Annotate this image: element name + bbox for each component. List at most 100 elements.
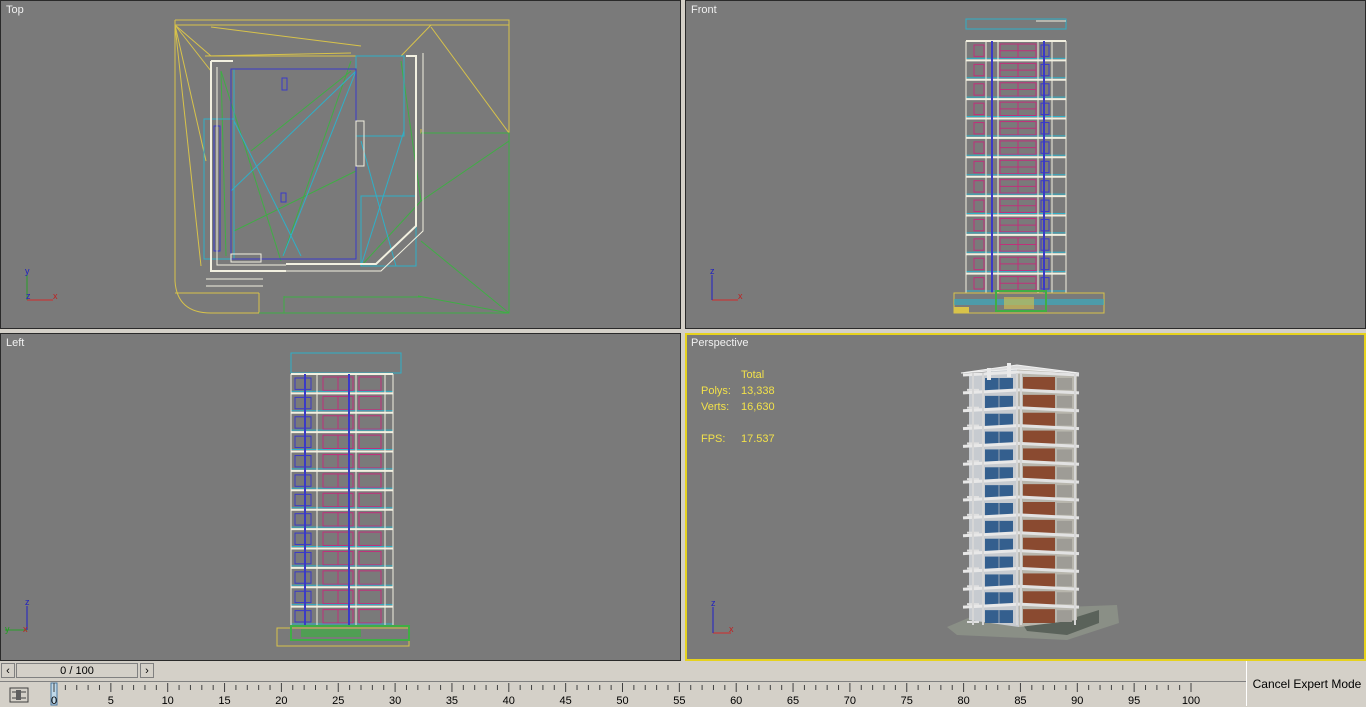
brick-wall: [1023, 484, 1055, 498]
side-panel: [1057, 538, 1072, 551]
side-window: [973, 257, 985, 271]
side-window: [294, 396, 312, 410]
side-panel: [1057, 449, 1072, 462]
side-window: [294, 551, 312, 565]
track-ruler[interactable]: 0 5 10 15 20 25 30 35 40 45 50 55 60 65 70 75 80 85 90 95 10…: [0, 681, 1246, 707]
ruler-tick-label: 35: [446, 695, 458, 707]
viewport-left[interactable]: Left z y x: [0, 333, 681, 661]
ruler-tick-label: 25: [332, 695, 344, 707]
top-view-wireframe: y x z: [25, 19, 510, 314]
ruler-tick-label: 65: [787, 695, 799, 707]
ruler-tick-label: 85: [1014, 695, 1026, 707]
side-panel: [1057, 467, 1072, 480]
side-window: [973, 218, 985, 232]
axis-z-label: z: [25, 597, 30, 607]
side-window: [973, 141, 985, 154]
side-window: [294, 455, 312, 468]
brick-wall: [1023, 377, 1055, 391]
window-frame: [358, 434, 382, 450]
axis-z-label: z: [710, 266, 715, 276]
side-window: [294, 474, 312, 487]
ruler-tick-label: 0: [51, 695, 57, 707]
brick-wall: [1023, 591, 1055, 606]
base-entrance-door: [1004, 297, 1034, 309]
ruler-tick-label: 80: [957, 695, 969, 707]
side-window: [294, 590, 312, 604]
side-window: [973, 238, 985, 251]
viewport-front[interactable]: Front z x: [685, 0, 1366, 329]
chevron-left-icon[interactable]: ‹: [1, 663, 15, 678]
ruler-tick-label: 45: [560, 695, 572, 707]
side-panel: [1057, 610, 1072, 622]
chevron-right-icon[interactable]: ›: [140, 663, 154, 678]
window-frame: [358, 492, 382, 508]
left-view-wireframe: z y x: [5, 352, 410, 647]
side-window: [973, 63, 985, 77]
brick-wall: [1023, 502, 1055, 516]
side-panel: [1057, 378, 1072, 390]
side-window: [294, 610, 312, 623]
time-slider-bar: ‹ 0 / 100 ›: [0, 661, 1246, 681]
ruler-tick-label: 10: [162, 695, 174, 707]
side-window: [973, 122, 985, 135]
viewport-perspective[interactable]: Perspective Total Polys: 13,338 Verts: 1…: [685, 333, 1366, 661]
axis-z-label: z: [26, 291, 31, 301]
window-frame: [358, 512, 382, 527]
axis-y-label: y: [5, 624, 10, 634]
brick-wall: [1023, 412, 1055, 427]
cancel-expert-mode-button[interactable]: Cancel Expert Mode: [1246, 661, 1366, 706]
ruler-tick-label: 90: [1071, 695, 1083, 707]
side-window: [973, 160, 985, 174]
viewport-top[interactable]: Top y x z: [0, 0, 681, 329]
ruler-tick-label: 15: [218, 695, 230, 707]
axis-x-label: x: [53, 291, 58, 301]
roof-post: [1007, 363, 1011, 377]
ruler-tick-label: 55: [673, 695, 685, 707]
brick-wall: [1023, 609, 1055, 623]
ruler-tick-label: 60: [730, 695, 742, 707]
perspective-building-render: z x: [711, 363, 1119, 640]
brick-wall: [1023, 519, 1055, 534]
side-panel: [1057, 574, 1072, 587]
brick-wall: [1023, 448, 1055, 463]
side-window: [294, 571, 312, 584]
side-panel: [1057, 556, 1072, 569]
brick-wall: [1023, 555, 1055, 570]
side-window: [973, 180, 985, 193]
window-frame: [358, 531, 382, 546]
ruler-tick-label: 75: [901, 695, 913, 707]
window-frame: [358, 395, 382, 411]
brick-wall: [1023, 537, 1055, 552]
axis-x-label: x: [738, 291, 743, 301]
ruler-tick-label: 5: [108, 695, 114, 707]
window-frame: [358, 473, 382, 488]
ruler-tick-label: 40: [503, 695, 515, 707]
side-window: [294, 532, 312, 545]
side-panel: [1057, 485, 1072, 497]
window-frame: [358, 609, 382, 624]
side-window: [973, 83, 985, 96]
window-frame: [358, 550, 382, 566]
side-panel: [1057, 503, 1072, 515]
time-slider[interactable]: 0 / 100: [16, 663, 138, 678]
side-window: [294, 377, 312, 390]
brick-wall: [1023, 466, 1055, 481]
axis-x-label: x: [23, 624, 28, 634]
side-window: [294, 416, 312, 429]
brick-wall: [1023, 394, 1055, 409]
side-window: [294, 513, 312, 526]
side-window: [294, 435, 312, 449]
base-slab: [301, 629, 361, 637]
window-frame: [358, 415, 382, 430]
ruler-ticks: 0 5 10 15 20 25 30 35 40 45 50 55 60 65 70 75 80 85 90 95 10…: [50, 682, 1200, 707]
side-window: [973, 199, 985, 212]
window-frame: [358, 454, 382, 469]
ruler-tick-label: 100: [1182, 695, 1200, 707]
window-frame: [358, 570, 382, 585]
ruler-tick-label: 30: [389, 695, 401, 707]
side-panel: [1057, 520, 1072, 533]
side-panel: [1057, 431, 1072, 444]
brick-wall: [1023, 430, 1055, 445]
brick-wall: [1023, 573, 1055, 588]
side-panel: [1057, 395, 1072, 408]
